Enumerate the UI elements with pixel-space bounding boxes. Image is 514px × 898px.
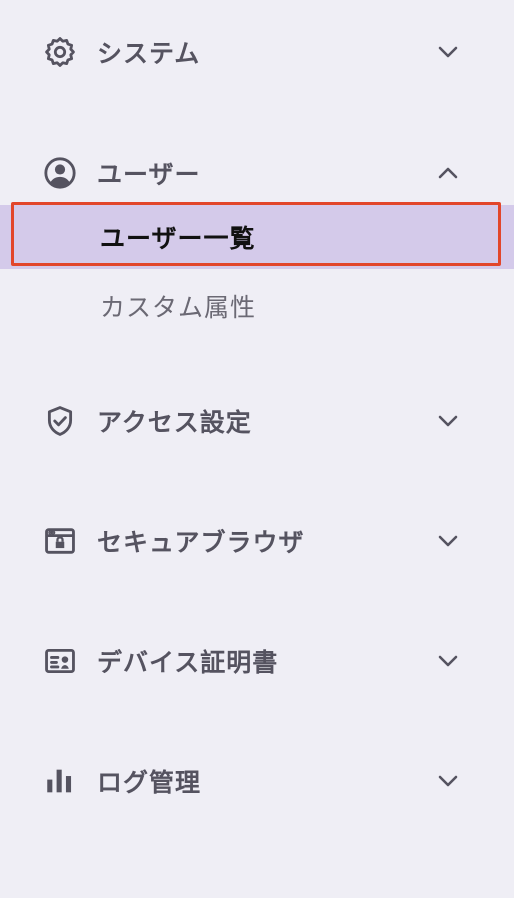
sidebar-section-device-certificates[interactable]: デバイス証明書 (0, 633, 514, 689)
sidebar-item-user-list[interactable]: ユーザー一覧 (0, 205, 514, 269)
browser-lock-icon (42, 523, 78, 559)
chevron-down-icon[interactable] (433, 37, 463, 67)
sidebar-item-label: ユーザー一覧 (100, 224, 256, 253)
sidebar-section-access-settings[interactable]: アクセス設定 (0, 393, 514, 449)
sidebar-item-label: カスタム属性 (100, 293, 257, 322)
section-label: セキュアブラウザ (97, 528, 305, 557)
sidebar-section-system[interactable]: システム (0, 24, 514, 80)
chevron-up-icon[interactable] (433, 158, 463, 188)
chevron-down-icon[interactable] (433, 766, 463, 796)
gear-icon (42, 34, 78, 70)
shield-check-icon (42, 403, 78, 439)
chevron-down-icon[interactable] (433, 406, 463, 436)
sidebar-item-custom-attributes[interactable]: カスタム属性 (0, 274, 514, 338)
user-circle-icon (42, 155, 78, 191)
section-label: ログ管理 (97, 768, 202, 797)
sidebar-nav: システム ユーザー ユーザー一覧 カスタム属性 アクセス設定 セキュアブラウザ … (0, 0, 514, 898)
chevron-down-icon[interactable] (433, 646, 463, 676)
sidebar-section-log-management[interactable]: ログ管理 (0, 753, 514, 809)
section-label: アクセス設定 (97, 408, 252, 437)
sidebar-section-users[interactable]: ユーザー (0, 145, 514, 201)
chevron-down-icon[interactable] (433, 526, 463, 556)
section-label: システム (97, 39, 201, 68)
section-label: デバイス証明書 (97, 648, 279, 677)
certificate-card-icon (42, 643, 78, 679)
bar-chart-icon (42, 763, 78, 799)
sidebar-section-secure-browser[interactable]: セキュアブラウザ (0, 513, 514, 569)
section-label: ユーザー (97, 160, 201, 189)
